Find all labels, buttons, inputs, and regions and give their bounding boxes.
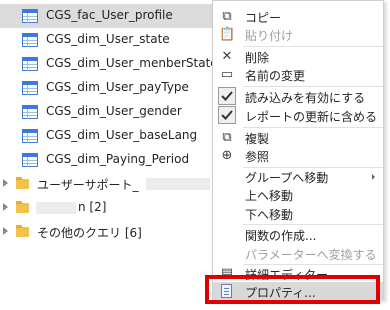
redacted-text (36, 202, 76, 214)
context-menu: ⧉ コピー 📋 貼り付け ✕ 削除 ▭ 名前の変更 読み込みを有効にする レポー… (212, 0, 384, 301)
menu-label: コピー (245, 11, 282, 25)
query-label: CGS_dim_Paying_Period (46, 152, 190, 166)
group-label: ユーザーサポート_ (37, 178, 139, 192)
query-label: CGS_dim_User_gender (46, 104, 182, 118)
expand-arrow-icon[interactable] (3, 227, 8, 235)
query-item-selected[interactable]: CGS_fac_User_profile (0, 4, 212, 28)
table-icon (22, 9, 38, 23)
duplicate-icon: ⧉ (222, 130, 232, 145)
checkbox-icon[interactable] (218, 106, 236, 124)
group-label: その他のクエリ [6] (37, 226, 142, 240)
menu-item-paste: 📋 貼り付け (213, 25, 383, 44)
menu-item-duplicate[interactable]: ⧉ 複製 (213, 128, 383, 147)
menu-label: レポートの更新に含める (245, 110, 378, 124)
menu-item-convert-to-parameter: パラメーターへ変換する (213, 244, 383, 263)
menu-item-delete[interactable]: ✕ 削除 (213, 47, 383, 66)
menu-item-move-down[interactable]: 下へ移動 (213, 204, 383, 223)
query-label: CGS_dim_User_baseLang (46, 128, 198, 142)
menu-item-copy[interactable]: ⧉ コピー (213, 7, 383, 26)
query-item[interactable]: CGS_dim_User_baseLang (0, 124, 212, 148)
table-icon (22, 153, 38, 167)
query-group[interactable]: n [2] (0, 196, 220, 220)
table-icon (22, 129, 38, 143)
menu-item-move-up[interactable]: 上へ移動 (213, 185, 383, 204)
menu-label: 読み込みを有効にする (245, 91, 366, 105)
expand-arrow-icon[interactable] (3, 203, 8, 211)
menu-item-include-refresh[interactable]: レポートの更新に含める (213, 106, 383, 125)
query-label: CGS_dim_User_state (46, 32, 170, 46)
query-item[interactable]: CGS_dim_User_menberState (0, 52, 218, 76)
annotation-highlight-box (205, 275, 380, 304)
query-item[interactable]: CGS_dim_User_payType (0, 76, 212, 100)
query-group[interactable]: その他のクエリ [6] (0, 220, 220, 244)
query-item[interactable]: CGS_dim_User_gender (0, 100, 212, 124)
expand-arrow-icon[interactable] (3, 179, 8, 187)
menu-label: 参照 (245, 150, 270, 164)
submenu-arrow-icon (372, 174, 375, 180)
table-icon (22, 57, 38, 71)
delete-icon: ✕ (221, 49, 233, 64)
checkbox-icon[interactable] (218, 87, 236, 105)
menu-item-create-function[interactable]: 関数の作成... (213, 225, 383, 244)
table-icon (22, 81, 38, 95)
table-icon (22, 105, 38, 119)
redacted-text (146, 178, 210, 190)
menu-item-move-to-group[interactable]: グループへ移動 (213, 167, 383, 186)
query-item[interactable]: CGS_dim_User_state (0, 28, 212, 52)
menu-item-reference[interactable]: ⊕ 参照 (213, 146, 383, 165)
copy-icon: ⧉ (222, 9, 232, 24)
menu-label: 複製 (245, 132, 270, 146)
reference-icon: ⊕ (221, 148, 233, 163)
menu-item-rename[interactable]: ▭ 名前の変更 (213, 65, 383, 84)
table-icon (22, 33, 38, 47)
group-label: n [2] (78, 200, 107, 214)
query-item[interactable]: CGS_dim_Paying_Period (0, 148, 212, 172)
query-label: CGS_dim_User_menberState (46, 56, 218, 70)
folder-icon (16, 225, 29, 237)
query-group[interactable]: ユーザーサポート_ (0, 172, 220, 196)
menu-label: 貼り付け (245, 29, 294, 43)
menu-label: 上へ移動 (245, 189, 294, 203)
menu-label: グループへ移動 (245, 171, 329, 185)
paste-icon: 📋 (219, 27, 236, 42)
menu-label: 名前の変更 (245, 69, 306, 83)
folder-icon (16, 177, 29, 189)
menu-label: 関数の作成... (245, 229, 317, 243)
menu-label: 下へ移動 (245, 208, 294, 222)
menu-item-enable-load[interactable]: 読み込みを有効にする (213, 87, 383, 106)
menu-label: パラメーターへ変換する (245, 248, 377, 262)
rename-icon: ▭ (220, 67, 234, 82)
query-label: CGS_fac_User_profile (46, 8, 173, 22)
folder-icon (16, 201, 29, 213)
query-label: CGS_dim_User_payType (46, 80, 189, 94)
menu-label: 削除 (245, 51, 270, 65)
